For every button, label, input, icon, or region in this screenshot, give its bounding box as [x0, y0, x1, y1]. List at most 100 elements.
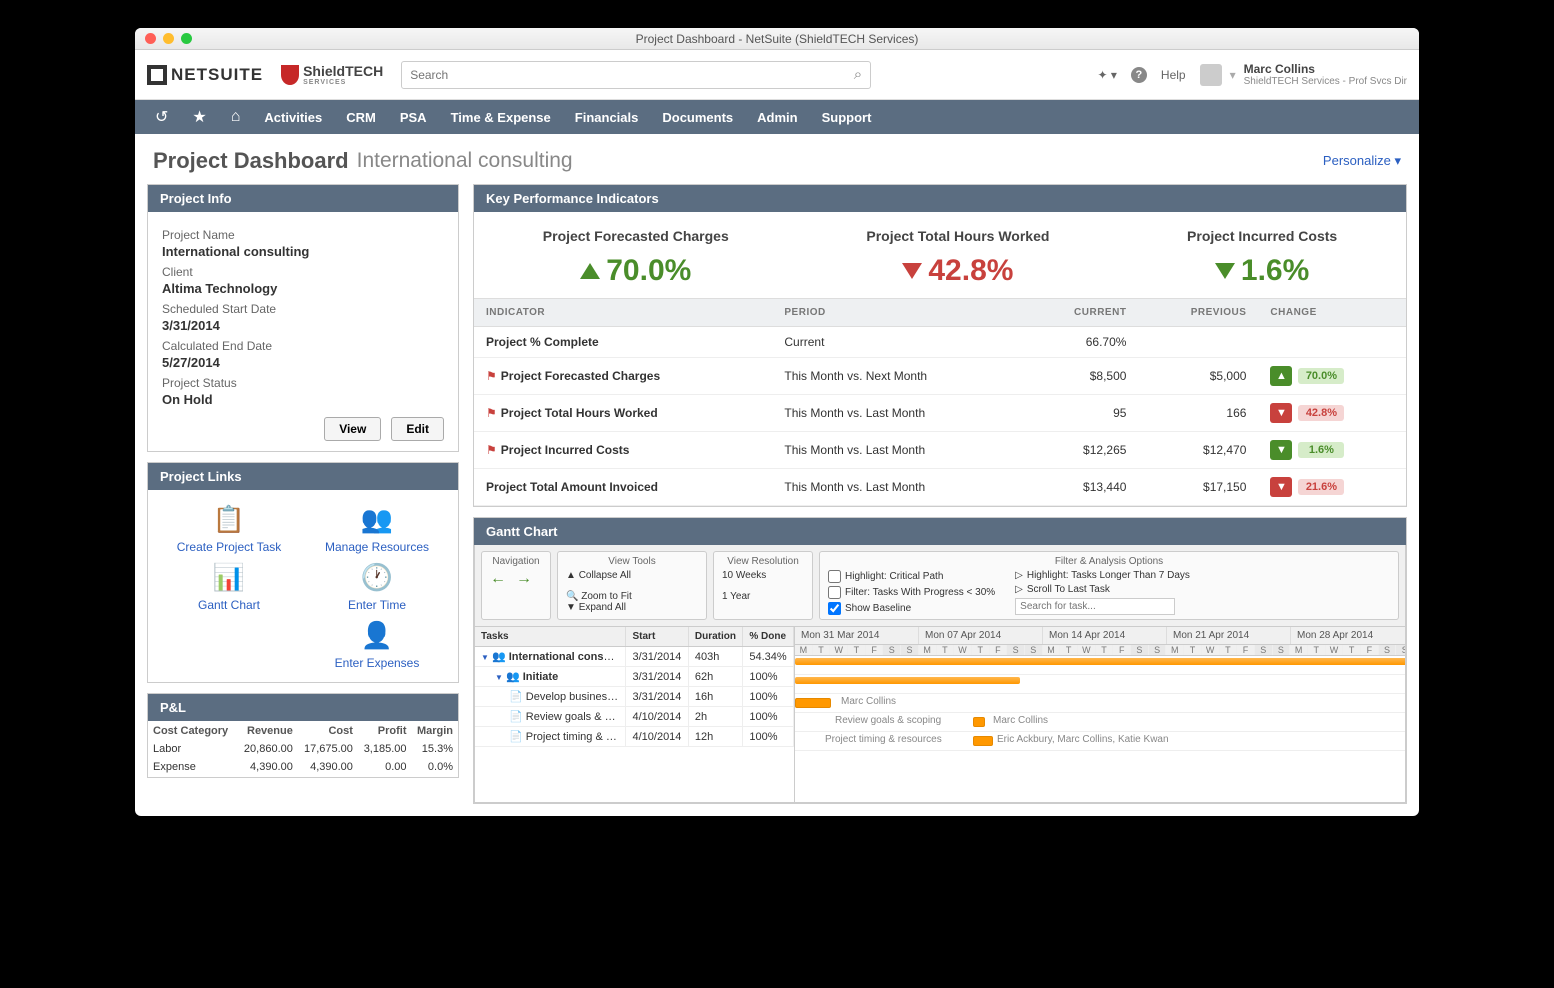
view-button[interactable]: View — [324, 417, 381, 441]
gantt-task-row[interactable]: ▼ 👥 Initiate 3/31/201462h100% — [475, 667, 794, 687]
gantt-bar-row: Marc Collins — [795, 694, 1405, 713]
gantt-task-row[interactable]: 📄 Review goals & sc... 4/10/20142h100% — [475, 707, 794, 727]
close-button[interactable] — [145, 33, 156, 44]
gantt-bar-row: Review goals & scopingMarc Collins — [795, 713, 1405, 732]
table-row: Expense4,390.004,390.000.000.0% — [150, 759, 456, 775]
resolution-10w[interactable]: 10 Weeks — [722, 570, 766, 581]
gantt-bar[interactable] — [795, 677, 1020, 684]
start-date-value: 3/31/2014 — [162, 318, 444, 333]
user-name: Marc Collins — [1244, 62, 1407, 76]
avatar-icon — [1200, 64, 1222, 86]
arrow-down-icon: ▼ — [1270, 403, 1292, 423]
arrow-up-icon — [580, 263, 600, 279]
nav-psa[interactable]: PSA — [400, 110, 427, 125]
kpi-panel: Key Performance Indicators Project Forec… — [473, 184, 1407, 507]
user-role: ShieldTECH Services - Prof Svcs Dir — [1244, 76, 1407, 87]
help-icon[interactable]: ? — [1131, 67, 1147, 83]
window-titlebar: Project Dashboard - NetSuite (ShieldTECH… — [135, 28, 1419, 50]
personalize-link[interactable]: Personalize ▾ — [1323, 153, 1401, 169]
project-info-panel: Project Info Project Name International … — [147, 184, 459, 452]
gantt-header: Gantt Chart — [474, 518, 1406, 545]
kpi-card[interactable]: Project Incurred Costs 1.6% — [1187, 228, 1337, 288]
project-links-panel: Project Links 📋Create Project Task 👥Mana… — [147, 462, 459, 683]
scroll-last-task-link[interactable]: ▷ Scroll To Last Task — [1015, 584, 1190, 595]
flag-icon: ⚑ — [486, 406, 497, 420]
nav-time-expense[interactable]: Time & Expense — [451, 110, 551, 125]
nav-support[interactable]: Support — [822, 110, 872, 125]
main-nav: ↺ ★ ⌂ Activities CRM PSA Time & Expense … — [135, 100, 1419, 134]
table-row: Labor20,860.0017,675.003,185.0015.3% — [150, 741, 456, 757]
gantt-icon: 📊 — [212, 560, 246, 594]
manage-resources-link[interactable]: 👥Manage Resources — [308, 502, 446, 554]
nav-crm[interactable]: CRM — [346, 110, 376, 125]
project-info-header: Project Info — [148, 185, 458, 212]
gantt-bar-row: Project timing & resourcesEric Ackbury, … — [795, 732, 1405, 751]
search-icon[interactable]: ⌕ — [854, 66, 862, 83]
client-value: Altima Technology — [162, 281, 444, 296]
resolution-1y[interactable]: 1 Year — [722, 591, 750, 602]
enter-time-link[interactable]: 🕐Enter Time — [308, 560, 446, 612]
nav-financials[interactable]: Financials — [575, 110, 639, 125]
expand-all-button[interactable]: ▼ Expand All — [566, 602, 626, 613]
gantt-bar[interactable] — [795, 698, 831, 708]
gantt-next-icon[interactable]: → — [516, 570, 532, 588]
filter-progress-checkbox[interactable]: Filter: Tasks With Progress < 30% — [828, 586, 995, 599]
show-baseline-checkbox[interactable]: Show Baseline — [828, 602, 995, 615]
edit-button[interactable]: Edit — [391, 417, 444, 441]
table-row[interactable]: ⚑Project Total Hours Worked This Month v… — [474, 395, 1406, 432]
gantt-bar[interactable] — [973, 736, 993, 746]
user-menu[interactable]: ▾ Marc Collins ShieldTECH Services - Pro… — [1200, 62, 1407, 87]
project-links-header: Project Links — [148, 463, 458, 490]
create-task-link[interactable]: 📋Create Project Task — [160, 502, 298, 554]
gantt-search-input[interactable] — [1015, 598, 1175, 615]
end-date-value: 5/27/2014 — [162, 355, 444, 370]
table-row[interactable]: Project Total Amount Invoiced This Month… — [474, 469, 1406, 506]
enter-expenses-link[interactable]: 👤Enter Expenses — [308, 618, 446, 670]
help-link[interactable]: Help — [1161, 68, 1186, 82]
history-icon[interactable]: ↺ — [155, 107, 168, 127]
arrow-down-icon: ▼ — [1270, 440, 1292, 460]
search-input[interactable] — [410, 68, 854, 82]
gantt-bar[interactable] — [795, 658, 1405, 665]
flag-icon: ⚑ — [486, 443, 497, 457]
arrow-down-icon: ▼ — [1270, 477, 1292, 497]
collapse-all-button[interactable]: ▲ Collapse All — [566, 570, 631, 581]
kpi-card[interactable]: Project Total Hours Worked 42.8% — [866, 228, 1049, 288]
gantt-bar-row — [795, 656, 1405, 675]
pl-panel: P&L Cost CategoryRevenueCostProfitMargin… — [147, 693, 459, 778]
gantt-chart-link[interactable]: 📊Gantt Chart — [160, 560, 298, 612]
minimize-button[interactable] — [163, 33, 174, 44]
star-icon[interactable]: ★ — [192, 107, 206, 127]
nav-admin[interactable]: Admin — [757, 110, 797, 125]
nav-documents[interactable]: Documents — [662, 110, 733, 125]
page-subtitle: International consulting — [357, 149, 573, 173]
people-icon: 👥 — [360, 502, 394, 536]
gantt-bar[interactable] — [973, 717, 985, 727]
create-new-icon[interactable]: ✦ ▾ — [1097, 68, 1116, 82]
table-row[interactable]: Project % Complete Current66.70% — [474, 327, 1406, 358]
flag-icon: ⚑ — [486, 369, 497, 383]
home-icon[interactable]: ⌂ — [231, 108, 241, 126]
gantt-task-row[interactable]: 📄 Develop business ... 3/31/201416h100% — [475, 687, 794, 707]
global-search[interactable]: ⌕ — [401, 61, 871, 89]
nav-activities[interactable]: Activities — [264, 110, 322, 125]
gantt-panel: Gantt Chart Navigation ←→ View Tools ▲ C… — [473, 517, 1407, 804]
arrow-down-icon — [902, 263, 922, 279]
zoom-fit-button[interactable]: 🔍 Zoom to Fit — [566, 591, 632, 602]
gantt-task-row[interactable]: 📄 Project timing & re... 4/10/201412h100… — [475, 727, 794, 747]
table-row[interactable]: ⚑Project Forecasted Charges This Month v… — [474, 358, 1406, 395]
arrow-up-icon: ▲ — [1270, 366, 1292, 386]
status-value: On Hold — [162, 392, 444, 407]
kpi-card[interactable]: Project Forecasted Charges 70.0% — [543, 228, 729, 288]
gantt-task-row[interactable]: ▼ 👥 International consulting 3/31/201440… — [475, 647, 794, 667]
zoom-button[interactable] — [181, 33, 192, 44]
netsuite-logo[interactable]: NETSUITE — [147, 65, 263, 85]
kpi-table: INDICATORPERIOD CURRENTPREVIOUS CHANGE P… — [474, 298, 1406, 506]
gantt-bar-row — [795, 675, 1405, 694]
gantt-prev-icon[interactable]: ← — [490, 570, 506, 588]
highlight-critical-checkbox[interactable]: Highlight: Critical Path — [828, 570, 995, 583]
project-name-value: International consulting — [162, 244, 444, 259]
table-row[interactable]: ⚑Project Incurred Costs This Month vs. L… — [474, 432, 1406, 469]
clipboard-icon: 📋 — [212, 502, 246, 536]
highlight-long-tasks-link[interactable]: ▷ Highlight: Tasks Longer Than 7 Days — [1015, 570, 1190, 581]
